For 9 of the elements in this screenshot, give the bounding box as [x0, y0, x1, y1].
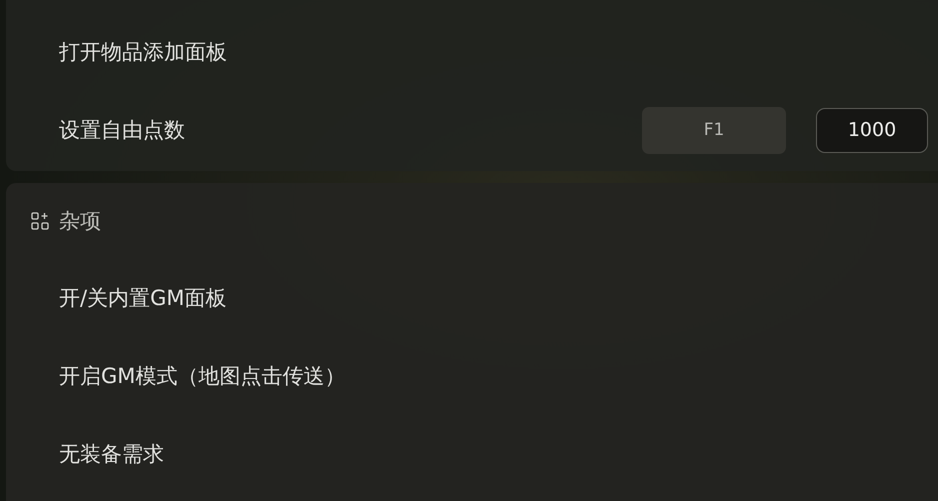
value-field[interactable]: 1000 [816, 108, 928, 152]
section-title: 杂项 [59, 208, 101, 235]
option-label: 打开物品添加面板 [59, 39, 228, 66]
hotkey-button[interactable]: F1 [642, 106, 786, 154]
option-label: 开/关内置GM面板 [59, 285, 228, 312]
option-label: 开启GM模式（地图点击传送） [59, 363, 346, 390]
apps-icon [31, 212, 49, 230]
option-label: 设置自由点数 [59, 117, 186, 144]
option-label: 无装备需求 [59, 441, 165, 468]
